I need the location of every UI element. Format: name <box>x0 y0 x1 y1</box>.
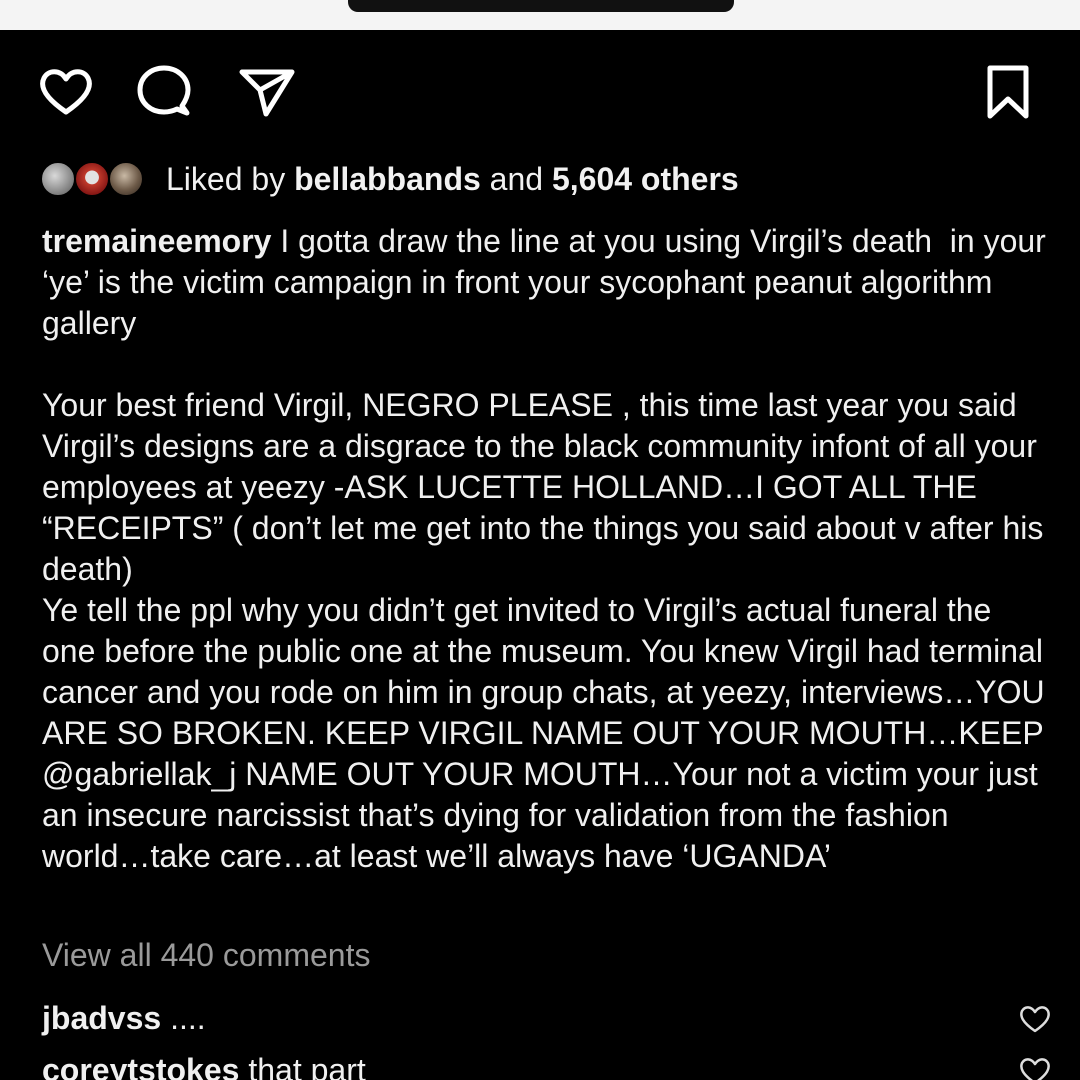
heart-icon <box>36 62 96 122</box>
top-bar <box>0 0 1080 30</box>
likes-summary[interactable]: Liked by bellabbands and 5,604 others <box>40 156 739 202</box>
bookmark-icon <box>978 62 1038 122</box>
comment-row: coreytstokes that part <box>42 1048 1052 1080</box>
liked-by-and: and <box>489 160 544 197</box>
caption-paragraph-3: Ye tell the ppl why you didn’t get invit… <box>42 592 1053 874</box>
like-button[interactable] <box>36 62 96 122</box>
liked-by-user[interactable]: bellabbands <box>294 161 481 197</box>
liked-by-prefix: Liked by <box>166 160 286 197</box>
heart-icon <box>1018 1002 1052 1036</box>
avatar <box>108 161 144 197</box>
instagram-post-screen: Liked by bellabbands and 5,604 others tr… <box>0 0 1080 1080</box>
paper-plane-icon <box>236 62 296 122</box>
save-button[interactable] <box>978 62 1038 122</box>
heart-icon <box>1018 1054 1052 1080</box>
likes-text: Liked by bellabbands and 5,604 others <box>166 161 739 198</box>
post-action-bar <box>0 62 1080 122</box>
comment-bubble-icon <box>134 62 194 122</box>
comment-text: .... <box>170 1000 206 1036</box>
share-button[interactable] <box>236 62 296 122</box>
caption-paragraph-1: tremaineemory I gotta draw the line at y… <box>42 221 1052 344</box>
avatar <box>74 161 110 197</box>
view-all-comments-link[interactable]: View all 440 comments <box>42 937 370 974</box>
avatar <box>40 161 76 197</box>
liker-avatars <box>40 157 152 201</box>
drag-handle[interactable] <box>348 0 734 12</box>
comment-like-button[interactable] <box>1018 1054 1052 1080</box>
comment-button[interactable] <box>134 62 194 122</box>
comment-row: jbadvss .... <box>42 996 1052 1040</box>
caption-username[interactable]: tremaineemory <box>42 223 271 259</box>
comment-username[interactable]: coreytstokes <box>42 1052 239 1080</box>
comment-username[interactable]: jbadvss <box>42 1000 161 1036</box>
comment-text: that part <box>248 1052 366 1080</box>
comment-like-button[interactable] <box>1018 1002 1052 1036</box>
caption-paragraph-2: Your best friend Virgil, NEGRO PLEASE , … <box>42 387 1053 587</box>
post-caption: tremaineemory I gotta draw the line at y… <box>42 221 1052 877</box>
liked-by-others[interactable]: 5,604 others <box>552 161 739 197</box>
